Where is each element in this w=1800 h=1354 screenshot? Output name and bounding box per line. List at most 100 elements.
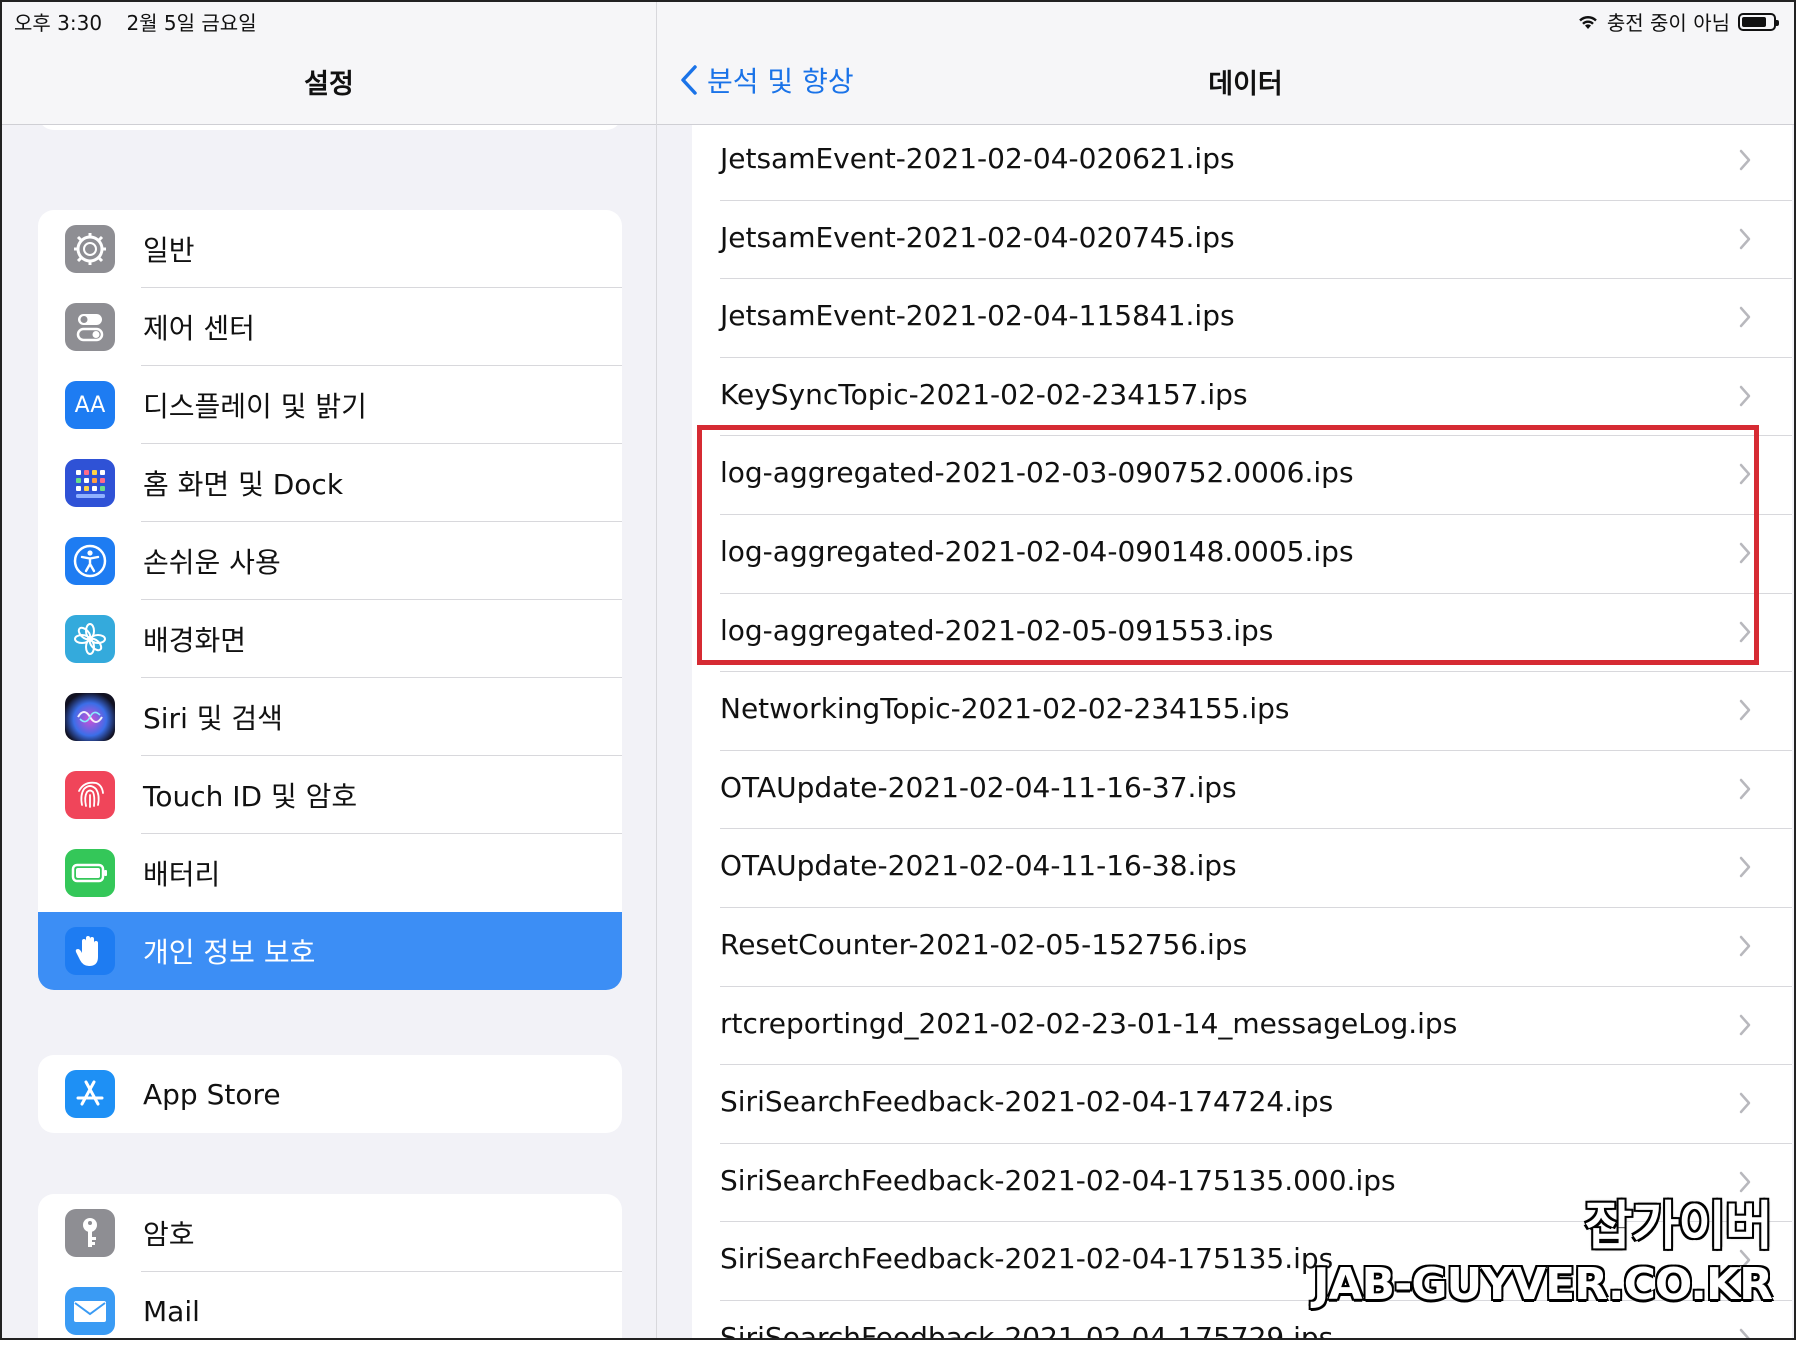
file-row[interactable]: log-aggregated-2021-02-03-090752.0006.ip… bbox=[692, 436, 1792, 515]
settings-sidebar: 설정 일반 제어 센터 AA 디스플레이 및 밝기 홈 화면 및 Dock 손쉬… bbox=[2, 2, 657, 1338]
sidebar-item-mail[interactable]: Mail bbox=[38, 1272, 622, 1338]
sidebar-item-siri[interactable]: Siri 및 검색 bbox=[38, 678, 622, 756]
toggle-icon bbox=[65, 303, 115, 351]
status-bar: 오후 3:30 2월 5일 금요일 충전 중이 아님 bbox=[2, 2, 1794, 36]
file-name: JetsamEvent-2021-02-04-020621.ips bbox=[720, 142, 1235, 175]
sidebar-item-label: 개인 정보 보호 bbox=[143, 936, 316, 969]
sidebar-item-label: 제어 센터 bbox=[143, 312, 255, 345]
file-row[interactable]: JetsamEvent-2021-02-04-020745.ips bbox=[692, 201, 1792, 280]
hand-icon bbox=[65, 927, 115, 975]
file-name: OTAUpdate-2021-02-04-11-16-38.ips bbox=[720, 849, 1237, 883]
sidebar-item-home-screen[interactable]: 홈 화면 및 Dock bbox=[38, 444, 622, 522]
chevron-right-icon bbox=[1739, 621, 1751, 642]
chevron-right-icon bbox=[1739, 935, 1751, 957]
file-name: JetsamEvent-2021-02-04-115841.ips bbox=[720, 299, 1235, 333]
status-time: 오후 3:30 bbox=[14, 11, 103, 35]
sidebar-item-label: 배터리 bbox=[143, 858, 221, 891]
accessibility-icon bbox=[65, 537, 115, 585]
file-name: log-aggregated-2021-02-04-090148.0005.ip… bbox=[720, 534, 1354, 568]
watermark: 잡가이버 JAB-GUYVER.CO.KR bbox=[1313, 1184, 1774, 1310]
file-row[interactable]: log-aggregated-2021-02-05-091553.ips bbox=[692, 594, 1792, 673]
file-row[interactable]: JetsamEvent-2021-02-04-020621.ips bbox=[692, 122, 1792, 201]
sidebar-item-label: 배경화면 bbox=[143, 624, 247, 657]
sidebar-item-accessibility[interactable]: 손쉬운 사용 bbox=[38, 522, 622, 600]
flower-icon bbox=[65, 615, 115, 663]
fingerprint-icon bbox=[65, 771, 115, 819]
chevron-right-icon bbox=[1739, 1014, 1751, 1035]
sidebar-item-wallpaper[interactable]: 배경화면 bbox=[38, 600, 622, 678]
chevron-right-icon bbox=[1739, 1328, 1750, 1338]
file-name: NetworkingTopic-2021-02-02-234155.ips bbox=[720, 692, 1290, 726]
sidebar-item-label: 일반 bbox=[143, 234, 195, 267]
sidebar-item-label: App Store bbox=[143, 1077, 281, 1111]
file-row[interactable]: OTAUpdate-2021-02-04-11-16-37.ips bbox=[692, 751, 1792, 830]
file-row[interactable]: SiriSearchFeedback-2021-02-04-174724.ips bbox=[692, 1065, 1792, 1144]
detail-pane: 분석 및 향상 데이터 JetsamEvent-2021-02-04-02062… bbox=[657, 2, 1794, 1338]
chevron-right-icon bbox=[1739, 542, 1751, 564]
sidebar-item-control-center[interactable]: 제어 센터 bbox=[38, 288, 622, 366]
home-grid-icon bbox=[65, 459, 115, 507]
chevron-right-icon bbox=[1739, 149, 1751, 171]
file-name: SiriSearchFeedback-2021-02-04-175135.ips bbox=[720, 1242, 1334, 1276]
sidebar-item-label: Mail bbox=[143, 1294, 200, 1328]
sidebar-item-label: 디스플레이 및 밝기 bbox=[143, 390, 367, 423]
file-name: SiriSearchFeedback-2021-02-04-175729.ips bbox=[720, 1320, 1334, 1340]
settings-group-main: 일반 제어 센터 AA 디스플레이 및 밝기 홈 화면 및 Dock 손쉬운 사… bbox=[38, 210, 622, 990]
status-left: 오후 3:30 2월 5일 금요일 bbox=[14, 7, 275, 36]
settings-group-store: App Store bbox=[38, 1055, 622, 1133]
file-row[interactable]: ResetCounter-2021-02-05-152756.ips bbox=[692, 908, 1792, 987]
chevron-right-icon bbox=[1739, 385, 1751, 407]
file-name: ResetCounter-2021-02-05-152756.ips bbox=[720, 927, 1248, 961]
file-name: log-aggregated-2021-02-05-091553.ips bbox=[720, 613, 1274, 647]
chevron-right-icon bbox=[1739, 857, 1751, 878]
chevron-right-icon bbox=[1739, 306, 1751, 328]
charging-status-text: 충전 중이 아님 bbox=[1606, 11, 1730, 35]
file-name: SiriSearchFeedback-2021-02-04-175135.000… bbox=[720, 1163, 1396, 1197]
sidebar-item-passwords[interactable]: 암호 bbox=[38, 1194, 622, 1272]
file-row[interactable]: KeySyncTopic-2021-02-02-234157.ips bbox=[692, 358, 1792, 437]
status-right: 충전 중이 아님 bbox=[1577, 7, 1779, 36]
settings-group-accounts: 암호 Mail bbox=[38, 1194, 622, 1338]
ipad-screen: 오후 3:30 2월 5일 금요일 충전 중이 아님 설정 일반 제어 센터 A… bbox=[0, 0, 1796, 1340]
chevron-right-icon bbox=[1739, 699, 1751, 721]
file-name: KeySyncTopic-2021-02-02-234157.ips bbox=[720, 377, 1248, 411]
wifi-icon bbox=[1579, 15, 1597, 29]
sidebar-item-privacy[interactable]: 개인 정보 보호 bbox=[38, 912, 622, 990]
chevron-right-icon bbox=[1739, 778, 1751, 799]
battery-icon bbox=[65, 849, 115, 897]
app-store-icon bbox=[65, 1070, 115, 1118]
text-size-icon: AA bbox=[65, 381, 115, 429]
chevron-right-icon bbox=[1739, 228, 1751, 249]
sidebar-item-label: Touch ID 및 암호 bbox=[143, 780, 358, 813]
sidebar-item-general[interactable]: 일반 bbox=[38, 210, 622, 288]
file-row[interactable]: rtcreportingd_2021-02-02-23-01-14_messag… bbox=[692, 987, 1792, 1066]
file-row[interactable]: OTAUpdate-2021-02-04-11-16-38.ips bbox=[692, 829, 1792, 908]
sidebar-item-label: 암호 bbox=[143, 1218, 195, 1251]
chevron-right-icon bbox=[1739, 1092, 1751, 1114]
file-name: log-aggregated-2021-02-03-090752.0006.ip… bbox=[720, 456, 1354, 490]
sidebar-item-battery[interactable]: 배터리 bbox=[38, 834, 622, 912]
sidebar-item-touch-id[interactable]: Touch ID 및 암호 bbox=[38, 756, 622, 834]
sidebar-item-label: 홈 화면 및 Dock bbox=[143, 468, 344, 501]
file-row[interactable]: NetworkingTopic-2021-02-02-234155.ips bbox=[692, 672, 1792, 751]
chevron-right-icon bbox=[1739, 464, 1751, 485]
sidebar-item-label: Siri 및 검색 bbox=[143, 702, 283, 735]
watermark-english: JAB-GUYVER.CO.KR bbox=[1313, 1259, 1773, 1310]
gear-icon bbox=[65, 225, 115, 273]
file-row[interactable]: log-aggregated-2021-02-04-090148.0005.ip… bbox=[692, 515, 1792, 594]
file-name: JetsamEvent-2021-02-04-020745.ips bbox=[720, 220, 1235, 254]
mail-icon bbox=[65, 1287, 115, 1335]
status-date: 2월 5일 금요일 bbox=[126, 11, 257, 35]
file-name: rtcreportingd_2021-02-02-23-01-14_messag… bbox=[720, 1006, 1458, 1040]
file-name: SiriSearchFeedback-2021-02-04-174724.ips bbox=[720, 1085, 1334, 1119]
sidebar-item-display[interactable]: AA 디스플레이 및 밝기 bbox=[38, 366, 622, 444]
file-row[interactable]: JetsamEvent-2021-02-04-115841.ips bbox=[692, 279, 1792, 358]
detail-title: 데이터 bbox=[1208, 69, 1283, 100]
sidebar-item-app-store[interactable]: App Store bbox=[38, 1055, 622, 1133]
siri-icon bbox=[65, 693, 115, 741]
watermark-korean: 잡가이버 bbox=[1584, 1196, 1774, 1258]
battery-indicator-icon bbox=[1738, 12, 1779, 31]
sidebar-title: 설정 bbox=[304, 69, 354, 100]
file-list: JetsamEvent-2021-02-04-020621.ips JetsamE… bbox=[692, 122, 1792, 1340]
key-icon bbox=[65, 1209, 115, 1257]
